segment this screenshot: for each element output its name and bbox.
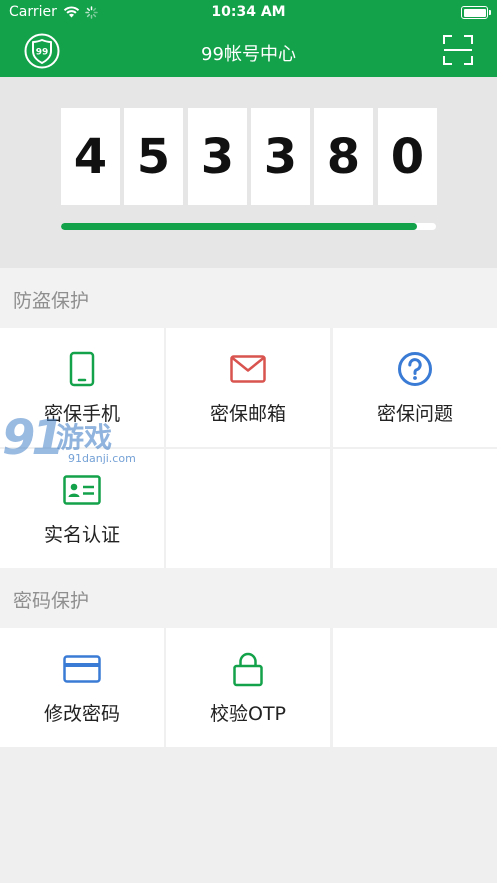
otp-digit: 3 (251, 108, 310, 205)
id-card-icon (63, 471, 101, 509)
mail-icon (229, 350, 267, 388)
empty-cell (166, 449, 330, 568)
status-time: 10:34 AM (211, 4, 286, 20)
empty-cell (333, 449, 497, 568)
otp-digit: 8 (314, 108, 373, 205)
nav-bar: 99 99帐号中心 (0, 25, 497, 77)
phone-icon (63, 350, 101, 388)
security-question-label: 密保问题 (376, 403, 453, 425)
empty-cell (333, 628, 497, 747)
otp-panel: 4 5 3 3 8 0 (0, 77, 497, 268)
otp-digit: 5 (124, 108, 183, 205)
battery-icon (461, 6, 491, 19)
theft-protection-grid: 密保手机 密保邮箱 密保问题 实名认证 (0, 328, 497, 568)
otp-countdown-bar (61, 223, 436, 230)
credit-card-icon (63, 650, 101, 688)
verify-otp-label: 校验OTP (209, 703, 287, 725)
password-protection-grid: 修改密码 校验OTP (0, 628, 497, 747)
page-title: 99帐号中心 (201, 44, 296, 65)
verify-otp-button[interactable]: 校验OTP (166, 628, 330, 747)
scan-icon[interactable] (443, 35, 473, 65)
real-name-verification-label: 实名认证 (43, 524, 120, 546)
section-header-password-protection: 密码保护 (0, 568, 497, 628)
real-name-verification-button[interactable]: 实名认证 (0, 449, 164, 568)
change-password-label: 修改密码 (43, 703, 120, 725)
security-question-button[interactable]: 密保问题 (333, 328, 497, 447)
change-password-button[interactable]: 修改密码 (0, 628, 164, 747)
otp-digit: 4 (61, 108, 120, 205)
security-email-button[interactable]: 密保邮箱 (166, 328, 330, 447)
lock-icon (229, 650, 267, 688)
section-header-theft-protection: 防盗保护 (0, 268, 497, 328)
status-bar: Carrier 10:34 AM (0, 0, 497, 25)
security-phone-label: 密保手机 (43, 403, 120, 425)
otp-countdown-fill (61, 223, 418, 230)
question-icon (396, 350, 434, 388)
otp-digit: 0 (378, 108, 437, 205)
security-phone-button[interactable]: 密保手机 (0, 328, 164, 447)
security-email-label: 密保邮箱 (209, 403, 286, 425)
otp-digit: 3 (188, 108, 247, 205)
